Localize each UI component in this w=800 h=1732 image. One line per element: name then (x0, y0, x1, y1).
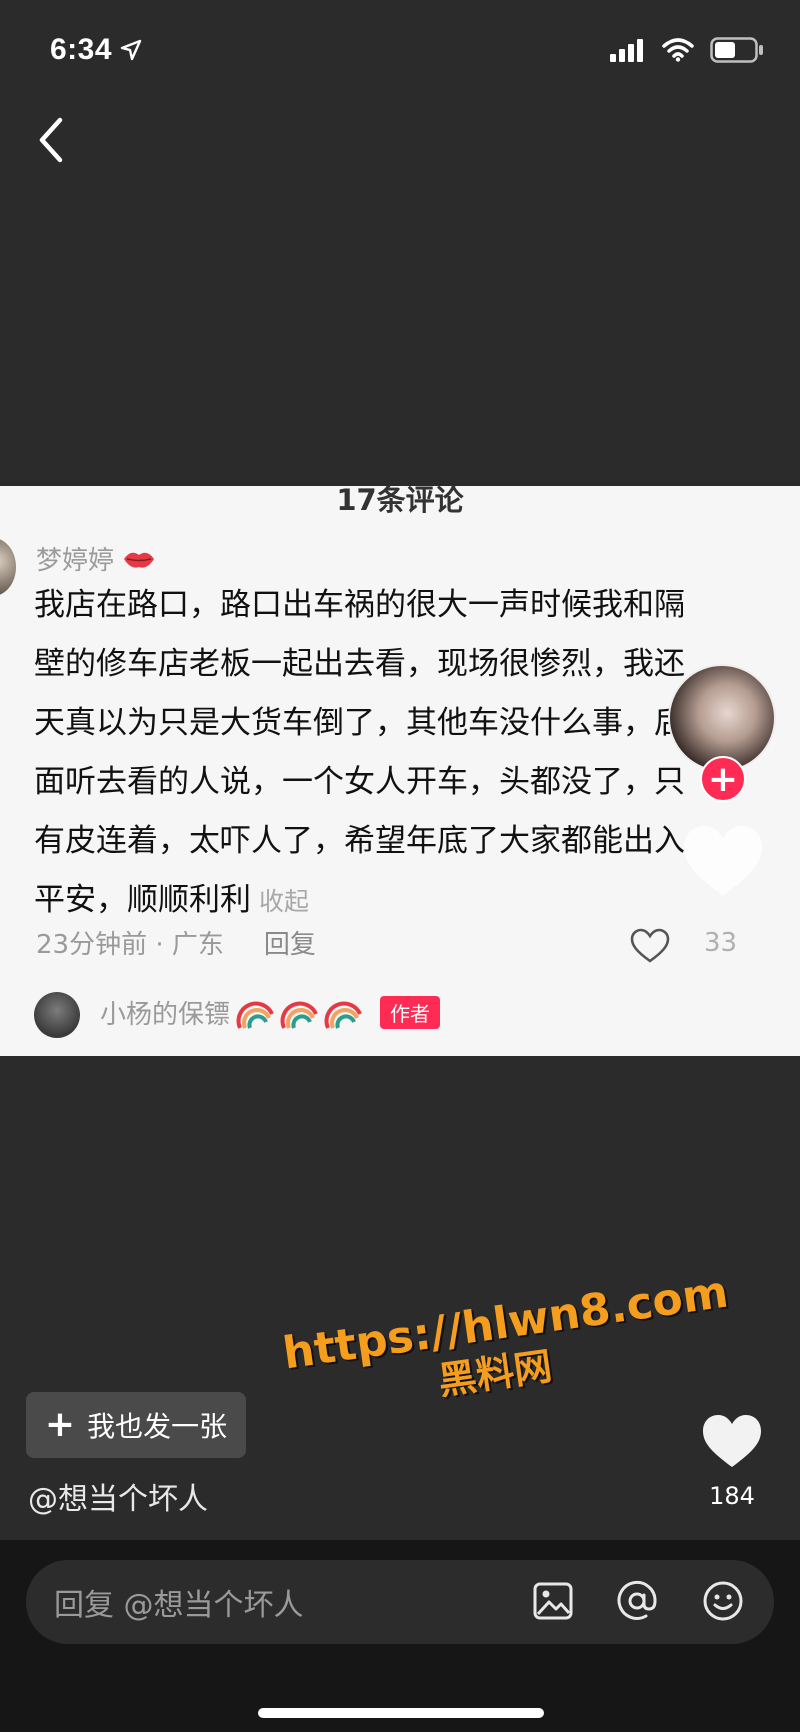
sub-comment-username: 小杨的保镖 (100, 1000, 231, 1030)
rainbow-emoji-icon (280, 1001, 318, 1029)
reply-input[interactable]: 回复 @想当个坏人 (26, 1560, 774, 1644)
emoji-icon[interactable] (700, 1578, 746, 1624)
status-left: 6:34 (50, 33, 142, 67)
image-icon[interactable] (530, 1578, 576, 1624)
comment-line: 我店在路口，路口出车祸的很大一声时候我和隔 (34, 587, 685, 623)
comment-line: 面听去看的人说，一个女人开车，头都没了，只 (34, 764, 685, 800)
back-button[interactable] (30, 112, 74, 168)
like-button[interactable] (700, 1412, 764, 1470)
sub-comment-avatar (34, 992, 80, 1038)
comment-line: 壁的修车店老板一起出去看，现场很惨烈，我还 (34, 646, 685, 682)
avatar (0, 538, 16, 596)
comment-like-count: 33 (704, 928, 738, 958)
post-image[interactable]: 17条评论 梦婷婷 我店在路口，路口出车祸的很大一声时候我和隔 壁的修车店老板一… (0, 486, 800, 1056)
status-right (610, 37, 764, 63)
status-bar: 6:34 (0, 0, 800, 100)
status-time: 6:34 (50, 33, 113, 66)
lips-emoji-icon (124, 552, 155, 568)
comment-text: 我店在路口，路口出车祸的很大一声时候我和隔 壁的修车店老板一起出去看，现场很惨烈… (34, 576, 754, 931)
sub-comment-user: 小杨的保镖 作者 (100, 994, 441, 1031)
comment-line: 天真以为只是大货车倒了，其他车没什么事，后 (34, 705, 685, 741)
comment-time-location: 23分钟前 · 广东 (36, 930, 224, 960)
mention-icon[interactable] (614, 1578, 660, 1624)
signal-icon (610, 39, 643, 62)
username-text: 梦婷婷 (36, 546, 115, 576)
plus-icon: + (44, 1404, 76, 1445)
post-button-label: 我也发一张 (87, 1410, 228, 1443)
collapse-link: 收起 (259, 887, 310, 916)
comment-line: 平安，顺顺利利 (34, 882, 251, 918)
author-tag: 作者 (380, 996, 441, 1029)
comment-last-line: 平安，顺顺利利 收起 (34, 871, 754, 931)
comment-line: 有皮连着，太吓人了，希望年底了大家都能出入 (34, 823, 685, 859)
bottom-bar: 回复 @想当个坏人 (0, 1540, 800, 1732)
post-one-too-button[interactable]: + 我也发一张 (26, 1392, 246, 1458)
watermark: https://hlwn8.com 黑料网 (280, 1267, 738, 1426)
rainbow-emoji-icon (236, 1001, 274, 1029)
follow-plus-icon: + (700, 756, 746, 802)
heart-icon (684, 826, 762, 896)
comment-meta: 23分钟前 · 广东 回复 (36, 924, 316, 961)
comments-count-header: 17条评论 (336, 486, 464, 514)
comment-reply-link: 回复 (263, 930, 316, 960)
home-indicator[interactable] (258, 1708, 544, 1718)
rainbow-emoji-icon (324, 1001, 362, 1029)
wifi-icon (662, 38, 694, 62)
author-handle[interactable]: @想当个坏人 (28, 1474, 208, 1518)
location-arrow-icon (120, 39, 142, 61)
comment-username: 梦婷婷 (36, 540, 156, 577)
reply-placeholder: 回复 @想当个坏人 (54, 1588, 304, 1623)
comment-like-icon (630, 928, 670, 963)
like-count: 184 (709, 1482, 755, 1510)
battery-icon (710, 37, 763, 63)
